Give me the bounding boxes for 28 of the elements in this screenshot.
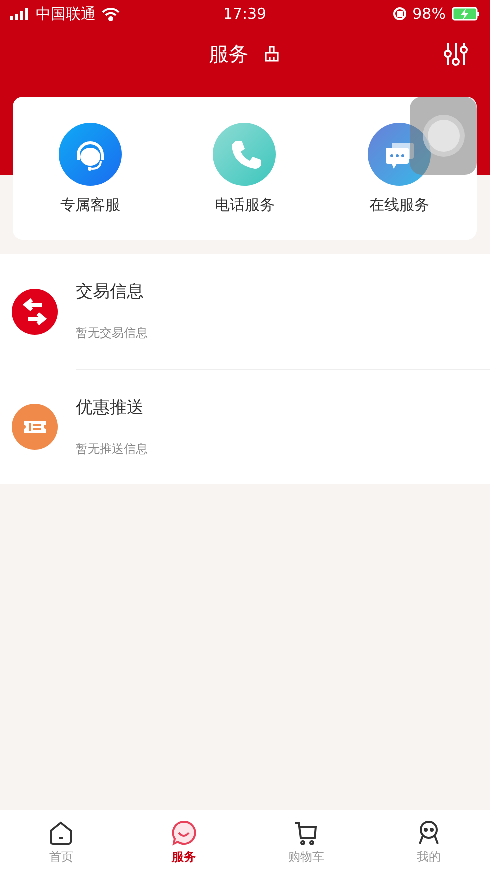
battery-percent: 98%	[412, 5, 446, 23]
service-item[interactable]: 在线服务	[340, 122, 460, 214]
cart-icon	[293, 820, 320, 846]
service-item[interactable]: 电话服务	[184, 122, 305, 214]
message-subtitle: 暂无交易信息	[76, 325, 149, 342]
chat-icon	[368, 122, 432, 186]
service-item[interactable]: 专属客服	[30, 122, 150, 214]
rotation-lock-icon	[392, 7, 407, 21]
ticket-icon	[12, 404, 58, 450]
message-title[interactable]: 交易信息	[76, 280, 490, 303]
message-subtitle: 暂无推送信息	[76, 440, 149, 458]
signal-icon	[10, 8, 30, 20]
circle-icon	[422, 114, 466, 158]
assistive-touch-button[interactable]	[410, 97, 477, 175]
battery-charging-icon	[452, 7, 480, 21]
tab[interactable]: 服务	[122, 810, 245, 876]
page-title: 服务	[209, 40, 249, 68]
chat-bubble-icon	[170, 820, 197, 846]
clock-time: 17:39	[223, 5, 267, 23]
brush-icon[interactable]	[263, 45, 281, 63]
message-title[interactable]: 优惠推送	[76, 396, 490, 418]
swap-arrows-icon	[12, 288, 58, 334]
settings-sliders-icon[interactable]	[444, 41, 468, 67]
wifi-icon	[102, 8, 120, 20]
house-icon	[48, 820, 74, 846]
headset-icon	[58, 122, 122, 186]
carrier-name: 中国联通	[36, 4, 96, 24]
phone-icon	[213, 122, 276, 186]
